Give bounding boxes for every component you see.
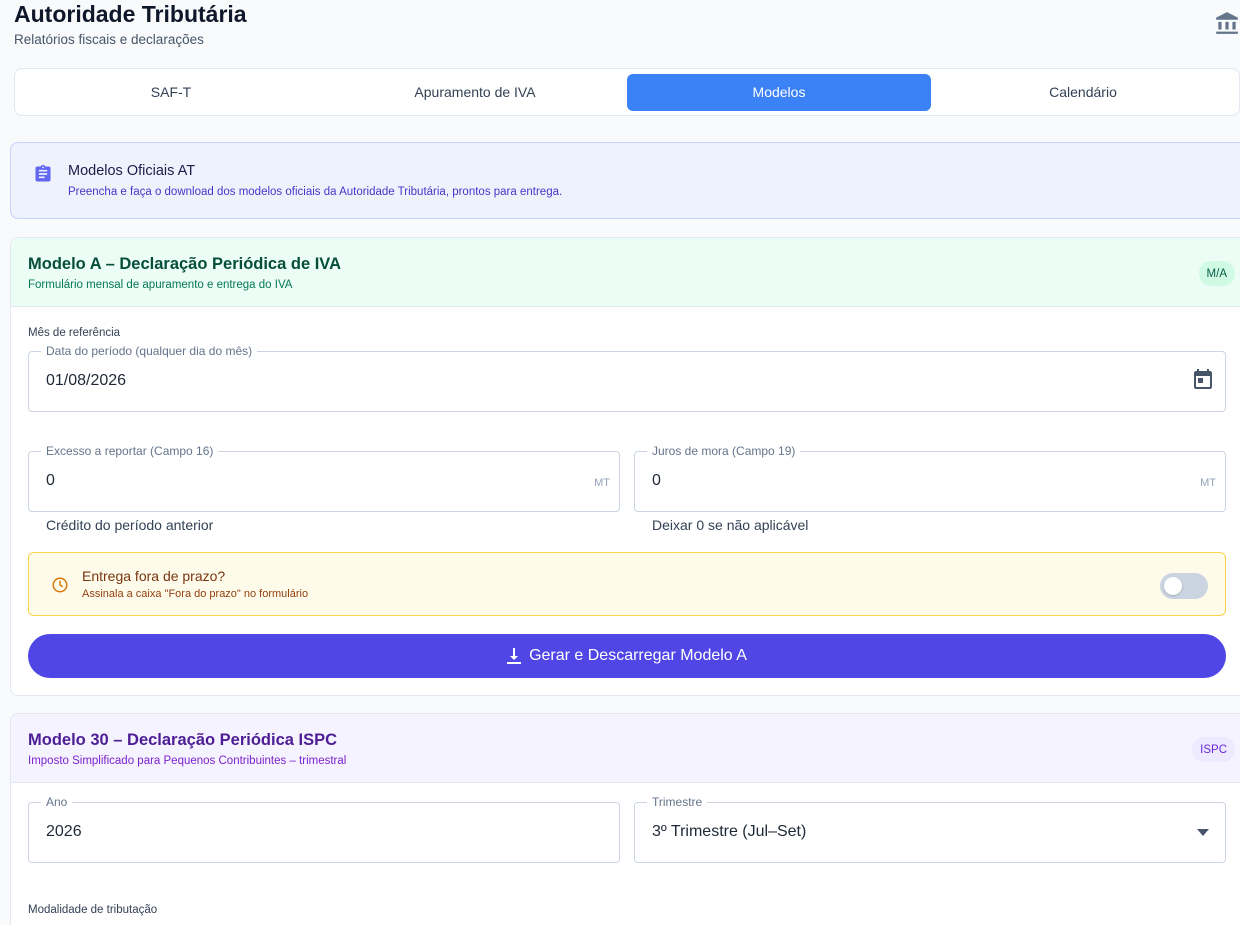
modelo-30-subtitle: Imposto Simplificado para Pequenos Contr…: [28, 755, 347, 767]
late-delivery-box: Entrega fora de prazo? Assinala a caixa …: [28, 552, 1226, 616]
late-delivery-description: Assinala a caixa "Fora do prazo" no form…: [82, 588, 309, 600]
page-header: Autoridade Tributária Relatórios fiscais…: [14, 0, 1240, 60]
info-banner: Modelos Oficiais AT Preencha e faça o do…: [10, 142, 1240, 219]
month-label: Mês de referência: [28, 327, 121, 339]
chevron-down-icon[interactable]: [1197, 829, 1209, 837]
generate-modelo-a-button[interactable]: Gerar e Descarregar Modelo A: [28, 634, 1226, 678]
interest-label: Juros de mora (Campo 19): [647, 444, 801, 458]
bank-icon[interactable]: [1214, 10, 1240, 36]
tab-calendario[interactable]: Calendário: [931, 74, 1235, 111]
quarter-label: Trimestre: [647, 795, 708, 809]
excess-helper: Crédito do período anterior: [46, 517, 214, 533]
download-icon: [507, 648, 522, 664]
quarter-select[interactable]: Trimestre 3º Trimestre (Jul–Set): [634, 795, 1226, 863]
late-delivery-toggle[interactable]: [1160, 573, 1208, 599]
page-subtitle: Relatórios fiscais e declarações: [14, 32, 204, 47]
interest-helper: Deixar 0 se não aplicável: [652, 517, 809, 533]
excess-value: 0: [46, 472, 55, 489]
modelo-a-card: Modelo A – Declaração Periódica de IVA F…: [10, 237, 1240, 696]
year-value: 2026: [46, 823, 82, 840]
tab-bar: SAF-T Apuramento de IVA Modelos Calendár…: [14, 68, 1240, 116]
late-delivery-title: Entrega fora de prazo?: [82, 568, 226, 584]
modality-label: Modalidade de tributação: [28, 904, 158, 916]
excess-unit: MT: [594, 477, 610, 489]
year-label: Ano: [41, 795, 73, 809]
calendar-icon[interactable]: [1191, 368, 1215, 392]
modelo-a-title: Modelo A – Declaração Periódica de IVA: [28, 255, 341, 273]
modelo-a-subtitle: Formulário mensal de apuramento e entreg…: [28, 279, 293, 291]
modelo-a-header: Modelo A – Declaração Periódica de IVA F…: [11, 238, 1240, 307]
page-title: Autoridade Tributária: [14, 1, 247, 27]
tab-saf-t[interactable]: SAF-T: [19, 74, 323, 111]
modelo-30-header: Modelo 30 – Declaração Periódica ISPC Im…: [11, 714, 1240, 783]
tab-modelos[interactable]: Modelos: [627, 73, 931, 111]
period-date-label: Data do período (qualquer dia do mês): [41, 344, 258, 358]
period-date-field[interactable]: Data do período (qualquer dia do mês) 01…: [28, 344, 1226, 412]
interest-unit: MT: [1200, 477, 1216, 489]
year-field[interactable]: Ano 2026: [28, 795, 620, 863]
generate-modelo-a-label: Gerar e Descarregar Modelo A: [529, 647, 747, 664]
clock-icon: [52, 577, 68, 593]
interest-value: 0: [652, 472, 661, 489]
interest-field[interactable]: Juros de mora (Campo 19) 0 MT: [634, 444, 1226, 512]
clipboard-icon: [35, 164, 51, 182]
quarter-value: 3º Trimestre (Jul–Set): [652, 823, 807, 840]
modelo-30-badge: ISPC: [1192, 737, 1235, 762]
info-title: Modelos Oficiais AT: [68, 163, 196, 179]
modelo-a-badge: M/A: [1198, 261, 1235, 286]
tab-apuramento-iva[interactable]: Apuramento de IVA: [323, 74, 627, 111]
modelo-30-card: Modelo 30 – Declaração Periódica ISPC Im…: [10, 713, 1240, 925]
excess-field[interactable]: Excesso a reportar (Campo 16) 0 MT: [28, 444, 620, 512]
info-description: Preencha e faça o download dos modelos o…: [68, 186, 563, 198]
modelo-30-title: Modelo 30 – Declaração Periódica ISPC: [28, 731, 338, 749]
excess-label: Excesso a reportar (Campo 16): [41, 444, 219, 458]
toggle-knob: [1164, 577, 1182, 595]
period-date-value: 01/08/2026: [46, 372, 127, 389]
